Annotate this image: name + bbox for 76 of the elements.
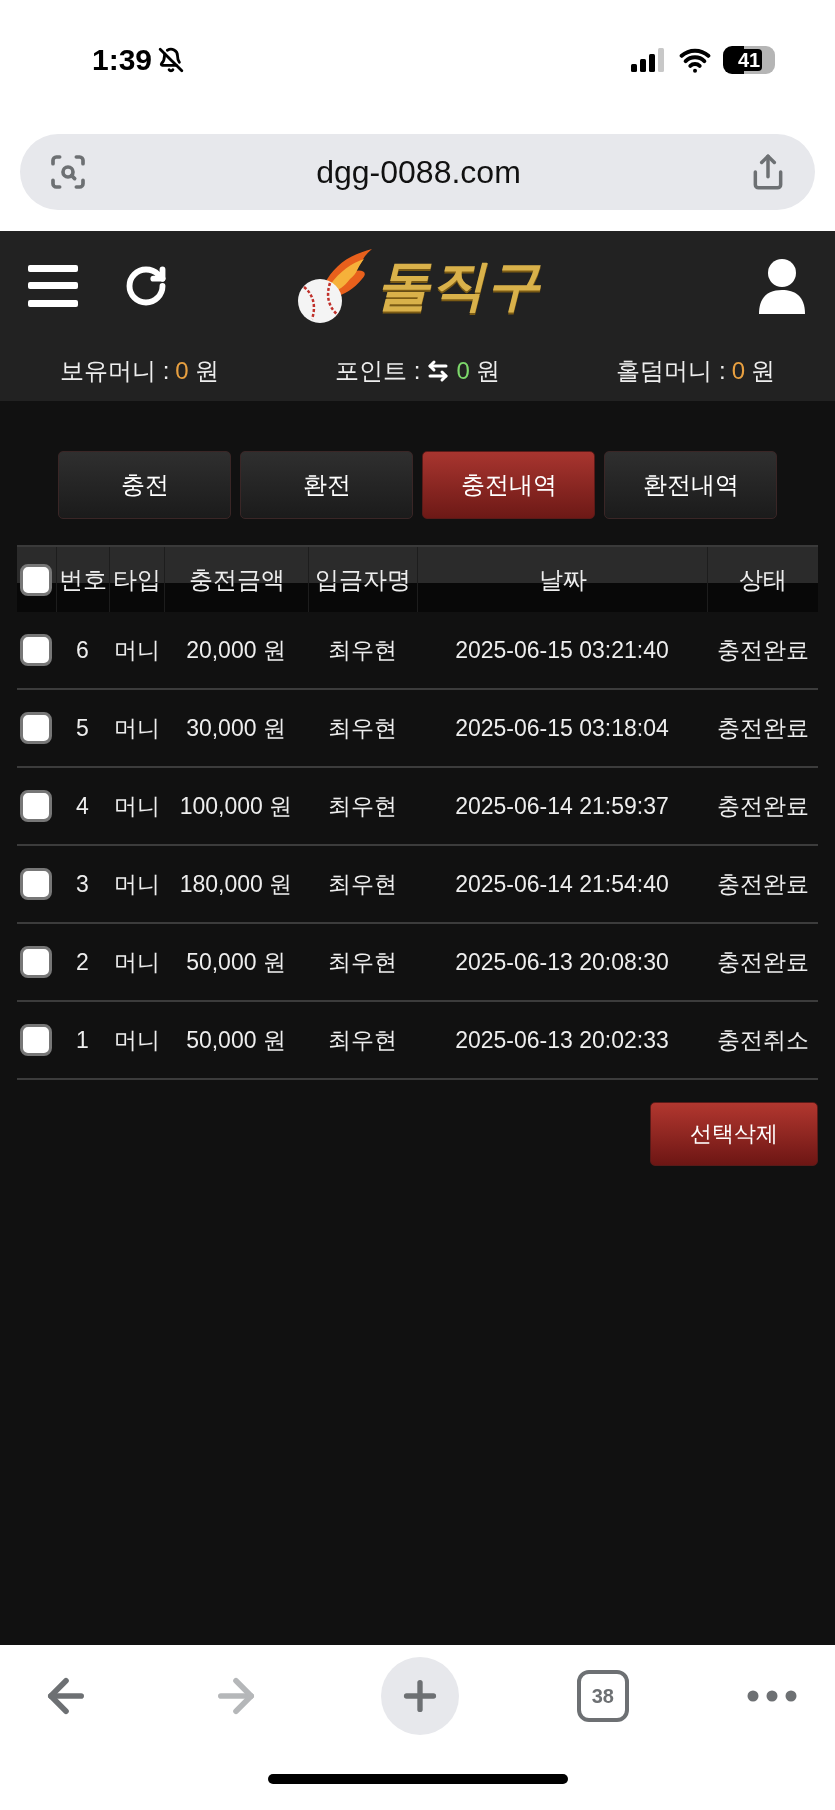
signal-icon [631, 48, 667, 72]
checkbox[interactable] [20, 634, 52, 666]
tab[interactable]: 충전내역 [422, 451, 595, 519]
delete-selected-button[interactable]: 선택삭제 [650, 1102, 818, 1166]
bell-off-icon [158, 47, 185, 73]
table-cell-text: 충전완료 [715, 869, 810, 899]
table-cell-text: 머니 [112, 947, 161, 977]
battery-icon: 41 [723, 46, 775, 74]
table-cell-text: 머니 [112, 869, 161, 899]
table-cell-text: 3 [75, 869, 90, 899]
column-header: 상태 [707, 547, 818, 612]
more-icon[interactable] [747, 1690, 797, 1702]
table-cell-text: 최우현 [327, 869, 398, 899]
balance-amount: 0 [731, 357, 745, 385]
currency-unit: 원 [751, 356, 775, 386]
tabs-button[interactable]: 38 [576, 1670, 629, 1722]
checkbox[interactable] [20, 1024, 52, 1056]
checkbox[interactable] [20, 563, 52, 596]
table-cell-text: 50,000 원 [185, 1025, 287, 1055]
table-cell-text: 5 [75, 713, 90, 743]
user-icon[interactable] [757, 258, 807, 314]
column-header: 충전금액 [164, 547, 308, 612]
table-cell-text: 최우현 [327, 635, 398, 665]
table-cell-text: 6 [75, 635, 90, 665]
table-cell-text: 30,000 원 [185, 713, 287, 743]
tab[interactable]: 환전내역 [604, 451, 777, 519]
column-header: 입금자명 [308, 547, 417, 612]
checkbox[interactable] [20, 946, 52, 978]
currency-unit: 원 [475, 356, 500, 386]
table-cell-text: 4 [75, 791, 90, 821]
checkbox[interactable] [20, 712, 52, 744]
address-bar[interactable]: dgg-0088.com [20, 134, 815, 210]
column-header: 날짜 [417, 547, 707, 612]
table-cell-text: 머니 [112, 635, 161, 665]
balance-label: 포인트 : [335, 356, 421, 386]
logo-text: 돌직구 [376, 253, 541, 317]
table-cell-text: 2025-06-14 21:54:40 [454, 869, 670, 899]
table-cell-text: 2 [75, 947, 90, 977]
table-cell-text: 최우현 [327, 713, 398, 743]
balance-amount: 0 [175, 357, 189, 385]
table-cell-text: 50,000 원 [185, 947, 287, 977]
checkbox[interactable] [20, 790, 52, 822]
table-cell-text: 2025-06-13 20:02:33 [454, 1025, 670, 1055]
tab[interactable]: 충전 [58, 451, 231, 519]
currency-unit: 원 [194, 356, 219, 386]
balance-label: 보유머니 : [60, 356, 170, 386]
menu-icon[interactable] [28, 265, 78, 307]
table-cell-text: 충전취소 [715, 1025, 810, 1055]
tab[interactable]: 환전 [240, 451, 413, 519]
camera-search-icon[interactable] [48, 152, 88, 192]
table-cell-text: 충전완료 [715, 713, 810, 743]
table-cell-text: 머니 [112, 713, 161, 743]
balance-label: 홀덤머니 : [616, 356, 726, 386]
column-header: 타입 [109, 547, 164, 612]
table-cell-text: 머니 [112, 1025, 161, 1055]
table-cell-text: 충전완료 [715, 635, 810, 665]
table-cell-text: 2025-06-15 03:21:40 [454, 635, 670, 665]
table-cell-text: 100,000 원 [178, 791, 294, 821]
table-cell-text: 충전완료 [715, 947, 810, 977]
clock-time: 1:39 [92, 43, 153, 77]
table-cell-text: 2025-06-15 03:18:04 [454, 713, 670, 743]
url-text: dgg-0088.com [316, 153, 521, 191]
table-cell-text: 2025-06-14 21:59:37 [454, 791, 670, 821]
table-cell-text: 2025-06-13 20:08:30 [454, 947, 670, 977]
table-cell-text: 1 [75, 1025, 90, 1055]
column-header: 번호 [56, 547, 109, 612]
table-cell-text: 최우현 [327, 1025, 398, 1055]
table-cell-text: 머니 [112, 791, 161, 821]
table-cell-text: 최우현 [327, 791, 398, 821]
table-cell-text: 최우현 [327, 947, 398, 977]
table-cell-text: 20,000 원 [185, 635, 287, 665]
balance-amount: 0 [456, 357, 470, 385]
checkbox[interactable] [20, 868, 52, 900]
table-cell-text: 180,000 원 [178, 869, 294, 899]
refresh-icon[interactable] [124, 264, 168, 308]
table-cell-text: 충전완료 [715, 791, 810, 821]
